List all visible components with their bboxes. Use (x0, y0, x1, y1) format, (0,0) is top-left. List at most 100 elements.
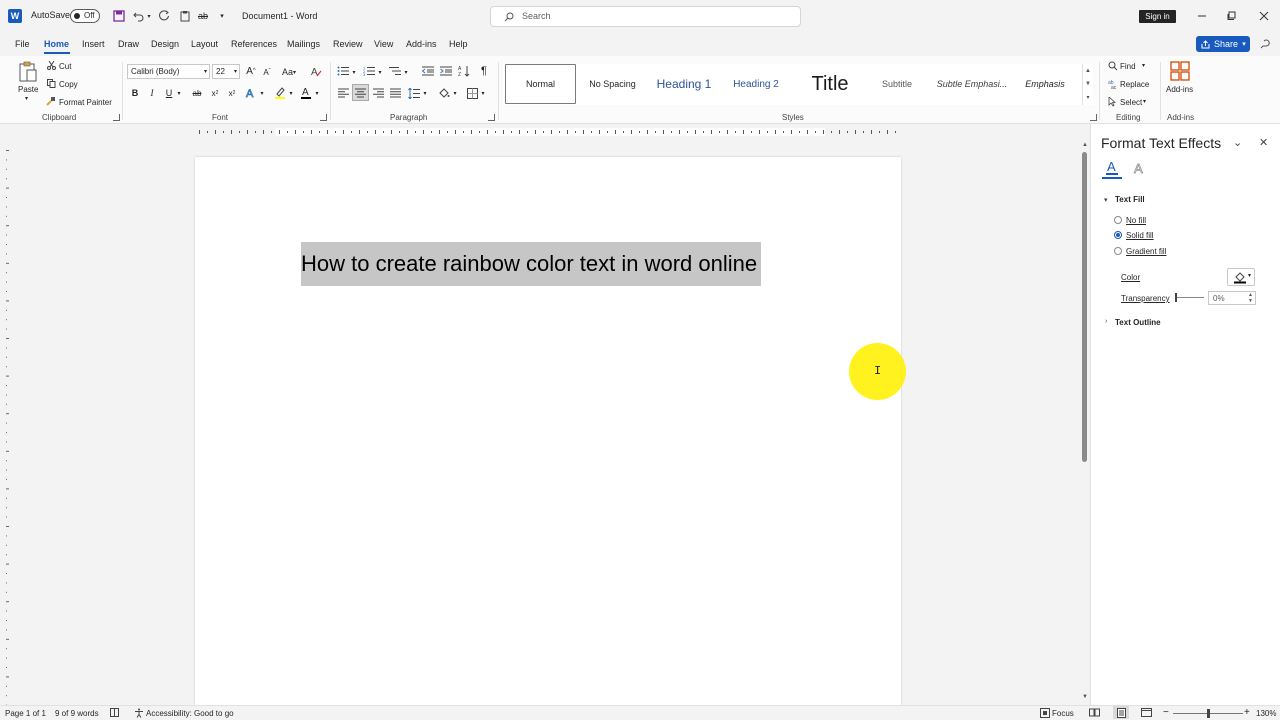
tab-design[interactable]: Design (151, 39, 179, 49)
print-layout-icon[interactable] (1113, 706, 1129, 719)
zoom-in-icon[interactable]: + (1244, 707, 1250, 718)
web-layout-icon[interactable] (1141, 708, 1152, 717)
more-styles-icon[interactable]: ▾ (1086, 94, 1089, 101)
shading-dropdown-icon[interactable]: ▾ (451, 86, 459, 100)
scroll-up-icon[interactable]: ▲ (1082, 142, 1088, 148)
clipboard-launcher-icon[interactable] (113, 114, 120, 121)
italic-icon[interactable]: I (146, 86, 158, 100)
paste-dropdown-icon[interactable]: ▾ (25, 95, 28, 102)
zoom-out-icon[interactable]: − (1163, 707, 1169, 718)
redo-icon[interactable] (157, 9, 171, 23)
shading-icon[interactable] (437, 86, 451, 100)
solid-fill-label[interactable]: Solid fill (1126, 231, 1154, 240)
text-outline-header[interactable]: Text Outline (1115, 318, 1161, 327)
find-icon[interactable] (1107, 60, 1118, 71)
page-count[interactable]: Page 1 of 1 (5, 709, 46, 718)
replace-label[interactable]: Replace (1120, 80, 1149, 89)
pane-close-icon[interactable]: ✕ (1259, 136, 1268, 149)
font-launcher-icon[interactable] (320, 114, 327, 121)
cut-icon[interactable] (46, 60, 56, 70)
style-normal[interactable]: Normal (505, 64, 576, 104)
document-page[interactable] (195, 157, 901, 717)
sort-icon[interactable]: AZ (457, 63, 471, 78)
font-name-combo[interactable]: Calibri (Body) ▾ (127, 64, 210, 79)
tab-insert[interactable]: Insert (82, 39, 105, 49)
multilevel-list-icon[interactable] (388, 64, 402, 78)
text-effects-tab-icon[interactable]: A (1129, 157, 1149, 179)
subscript-icon[interactable]: x2 (209, 86, 221, 100)
save-icon[interactable] (112, 9, 126, 23)
scrollbar-thumb[interactable] (1082, 152, 1087, 462)
tab-file[interactable]: File (15, 39, 30, 49)
format-painter-icon[interactable] (46, 96, 56, 106)
share-dropdown-icon[interactable]: ▾ (1238, 36, 1250, 52)
style-no-spacing[interactable]: No Spacing (580, 64, 645, 104)
align-center-icon[interactable] (352, 84, 369, 101)
copy-label[interactable]: Copy (59, 80, 78, 89)
paste-label[interactable]: Paste (18, 85, 38, 94)
tab-draw[interactable]: Draw (118, 39, 139, 49)
close-icon[interactable] (1256, 9, 1272, 23)
gradient-fill-label[interactable]: Gradient fill (1126, 247, 1166, 256)
transparency-slider-handle[interactable] (1175, 293, 1177, 302)
focus-label[interactable]: Focus (1052, 709, 1074, 718)
no-fill-label[interactable]: No fill (1126, 216, 1146, 225)
pane-options-icon[interactable]: ⌄ (1233, 136, 1242, 149)
customize-toolbar-icon[interactable]: ▾ (217, 11, 227, 21)
align-left-icon[interactable] (336, 86, 350, 100)
tab-help[interactable]: Help (449, 39, 468, 49)
highlight-color-icon[interactable] (273, 85, 287, 100)
grow-font-icon[interactable]: A ^ (244, 64, 258, 78)
style-heading-1[interactable]: Heading 1 (650, 64, 718, 104)
cut-label[interactable]: Cut (59, 62, 71, 71)
feedback-icon[interactable] (1259, 38, 1271, 50)
borders-icon[interactable] (465, 86, 479, 100)
tab-view[interactable]: View (374, 39, 393, 49)
find-label[interactable]: Find (1120, 62, 1136, 71)
scroll-down-icon[interactable]: ▼ (1082, 694, 1088, 700)
no-fill-radio[interactable] (1114, 216, 1122, 224)
style-subtitle[interactable]: Subtitle (866, 64, 928, 104)
vertical-scrollbar[interactable]: ▲ ▼ (1080, 140, 1090, 705)
multilevel-dropdown-icon[interactable]: ▾ (402, 65, 410, 79)
select-label[interactable]: Select (1120, 98, 1142, 107)
align-right-icon[interactable] (371, 86, 385, 100)
font-color-dropdown-icon[interactable]: ▾ (313, 86, 321, 100)
undo-dropdown-icon[interactable]: ▾ (145, 11, 153, 21)
tab-add-ins[interactable]: Add-ins (406, 39, 437, 49)
style-heading-2[interactable]: Heading 2 (724, 64, 788, 104)
gradient-fill-radio[interactable] (1114, 247, 1122, 255)
style-emphasis[interactable]: Emphasis (1013, 64, 1077, 104)
text-outline-chevron-icon[interactable]: › (1105, 318, 1107, 325)
styles-scroll[interactable]: ▲ ▼ ▾ (1082, 64, 1093, 105)
chevron-up-icon[interactable]: ▲ (1085, 68, 1091, 74)
bullets-dropdown-icon[interactable]: ▾ (350, 65, 358, 79)
highlight-dropdown-icon[interactable]: ▾ (287, 86, 295, 100)
add-ins-button-label[interactable]: Add-ins (1166, 85, 1193, 94)
minimize-icon[interactable] (1194, 9, 1210, 23)
superscript-icon[interactable]: x2 (226, 86, 238, 100)
styles-launcher-icon[interactable] (1090, 114, 1097, 121)
chevron-down-icon[interactable]: ▼ (1085, 81, 1091, 87)
bold-icon[interactable]: B (129, 86, 141, 100)
paste-icon[interactable] (17, 60, 39, 84)
line-spacing-icon[interactable] (407, 86, 421, 100)
select-icon[interactable] (1107, 96, 1118, 107)
strikethrough-icon[interactable]: ab (190, 86, 204, 100)
numbering-dropdown-icon[interactable]: ▾ (376, 65, 384, 79)
replace-icon[interactable]: ab ac (1107, 78, 1118, 89)
transparency-input[interactable]: 0% ▲ ▼ (1208, 291, 1256, 305)
accessibility-status[interactable]: Accessibility: Good to go (146, 709, 234, 718)
text-fill-header[interactable]: Text Fill (1115, 195, 1145, 204)
undo-icon[interactable] (132, 9, 146, 23)
selected-document-text[interactable]: How to create rainbow color text in word… (301, 242, 762, 286)
tab-references[interactable]: References (231, 39, 277, 49)
decrease-indent-icon[interactable] (421, 64, 435, 78)
search-box[interactable]: Search (490, 6, 801, 27)
accessibility-icon[interactable] (134, 708, 144, 718)
color-picker-button[interactable]: ▾ (1227, 268, 1255, 286)
select-dropdown-icon[interactable]: ▾ (1143, 98, 1146, 105)
focus-icon[interactable] (1040, 708, 1050, 718)
justify-icon[interactable] (388, 86, 402, 100)
style-title[interactable]: Title (797, 64, 863, 104)
